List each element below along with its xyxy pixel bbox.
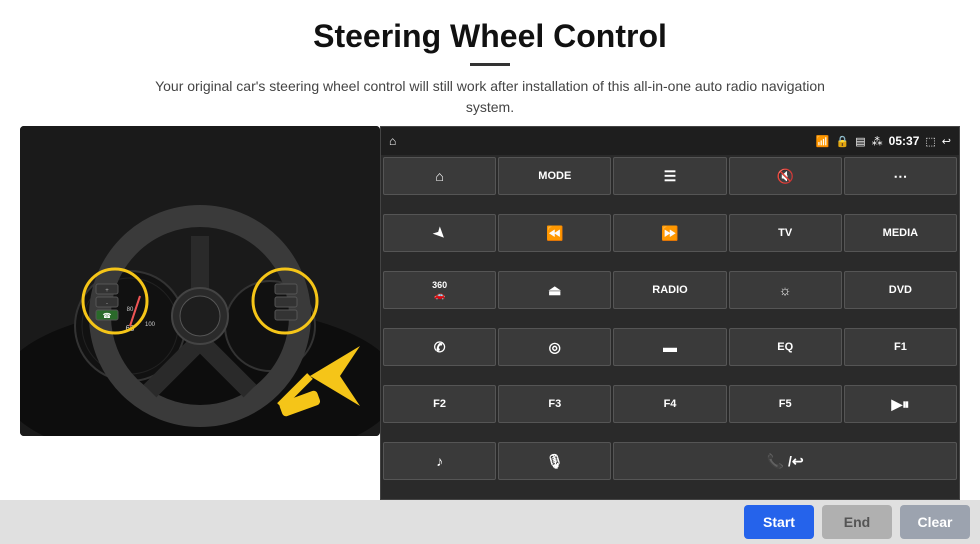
svg-text:-: - [106,301,108,307]
svg-text:80: 80 [127,307,134,313]
btn-menu[interactable]: ☰ [613,157,726,195]
btn-next[interactable]: ⏩ [613,214,726,252]
subtitle: Your original car's steering wheel contr… [150,76,830,118]
status-left: ⌂ [389,134,396,148]
btn-music[interactable]: ♪ [383,442,496,480]
content-area: 60 80 100 + - [0,126,980,500]
btn-eq[interactable]: EQ [729,328,842,366]
sim-icon: ▤ [855,135,865,148]
btn-radio[interactable]: RADIO [613,271,726,309]
clear-button[interactable]: Clear [900,505,970,539]
btn-phone[interactable]: ✆ [383,328,496,366]
btn-tv[interactable]: TV [729,214,842,252]
wifi-icon: 📶 [816,135,830,148]
btn-mic[interactable]: 🎙 [498,442,611,480]
btn-send[interactable]: ➤ [383,214,496,252]
start-button[interactable]: Start [744,505,814,539]
header-section: Steering Wheel Control Your original car… [0,0,980,126]
btn-call[interactable]: 📞 /↩ [613,442,957,480]
bt-icon: ⁂ [872,135,883,148]
svg-text:☎: ☎ [103,312,112,320]
home-status-icon: ⌂ [389,134,396,148]
button-grid: ⌂ MODE ☰ 🔇 ⋯ ➤ ⏪ ⏩ TV MEDIA 360🚗 ⏏ RADIO… [381,155,959,499]
steering-wheel-image: 60 80 100 + - [20,126,380,436]
title-divider [470,63,510,66]
btn-apps[interactable]: ⋯ [844,157,957,195]
btn-home[interactable]: ⌂ [383,157,496,195]
page-title: Steering Wheel Control [60,18,920,55]
status-time: 05:37 [889,134,920,148]
btn-dvd[interactable]: DVD [844,271,957,309]
svg-text:+: + [105,288,109,294]
steering-wheel-svg: 60 80 100 + - [20,126,380,436]
btn-f4[interactable]: F4 [613,385,726,423]
svg-text:100: 100 [145,322,156,328]
btn-mode[interactable]: MODE [498,157,611,195]
page-container: Steering Wheel Control Your original car… [0,0,980,544]
btn-mute[interactable]: 🔇 [729,157,842,195]
status-right: 📶 🔒 ▤ ⁂ 05:37 ⬚ ↩ [816,134,951,148]
end-button[interactable]: End [822,505,892,539]
control-panel: ⌂ 📶 🔒 ▤ ⁂ 05:37 ⬚ ↩ ⌂ MODE ☰ 🔇 [380,126,960,500]
lock-icon: 🔒 [836,135,850,148]
btn-browse[interactable]: ◎ [498,328,611,366]
btn-playpause[interactable]: ▶⏸ [844,385,957,423]
bottom-bar: Start End Clear [0,500,980,544]
btn-f3[interactable]: F3 [498,385,611,423]
back-icon: ↩ [942,135,951,148]
btn-prev[interactable]: ⏪ [498,214,611,252]
btn-screen[interactable]: ▬ [613,328,726,366]
btn-media[interactable]: MEDIA [844,214,957,252]
btn-eject[interactable]: ⏏ [498,271,611,309]
btn-f5[interactable]: F5 [729,385,842,423]
btn-brightness[interactable]: ☼ [729,271,842,309]
status-bar: ⌂ 📶 🔒 ▤ ⁂ 05:37 ⬚ ↩ [381,127,959,155]
btn-360[interactable]: 360🚗 [383,271,496,309]
cast-icon: ⬚ [925,135,935,148]
btn-f2[interactable]: F2 [383,385,496,423]
btn-f1[interactable]: F1 [844,328,957,366]
